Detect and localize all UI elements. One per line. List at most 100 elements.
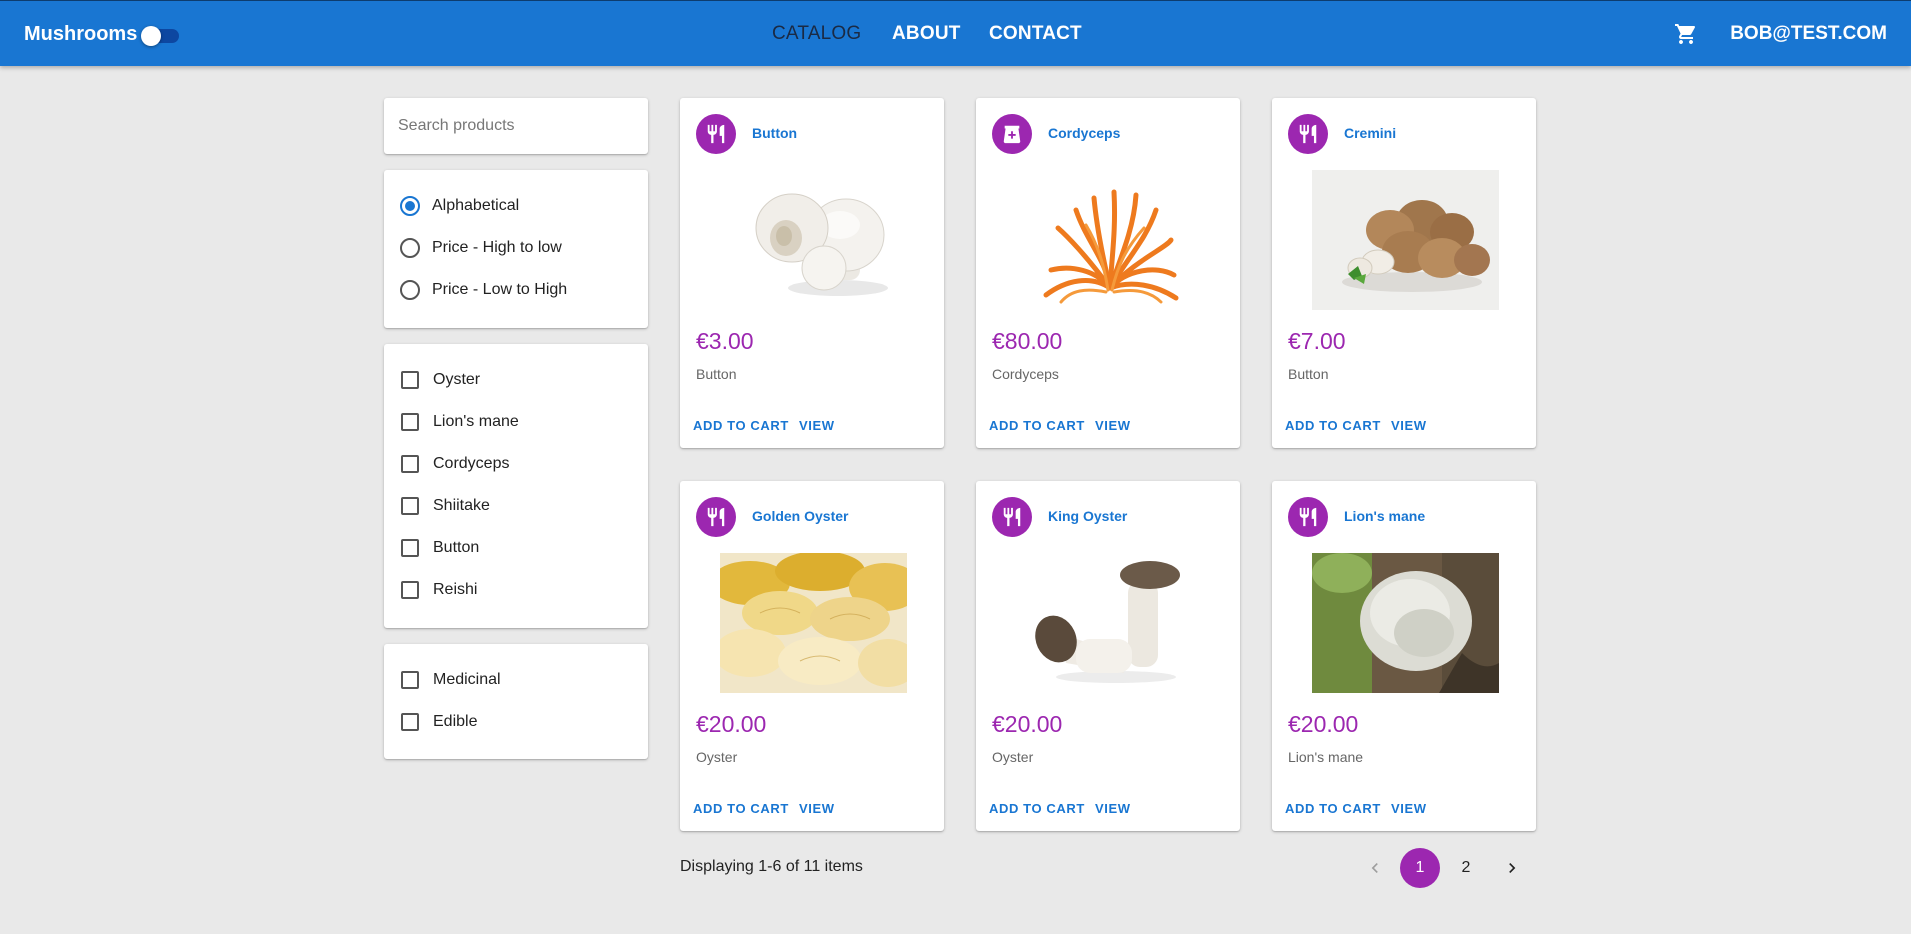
- view-button[interactable]: VIEW: [1391, 418, 1427, 433]
- filter-label: Oyster: [433, 371, 481, 388]
- product-type: Cordyceps: [992, 366, 1059, 382]
- product-image-button: [720, 170, 907, 310]
- add-to-cart-button[interactable]: ADD TO CART: [989, 418, 1085, 433]
- filter-button[interactable]: Button: [400, 536, 479, 560]
- page-button-1[interactable]: 1: [1400, 848, 1440, 888]
- search-input[interactable]: [384, 98, 648, 154]
- view-button[interactable]: VIEW: [1391, 801, 1427, 816]
- product-title[interactable]: King Oyster: [1048, 508, 1127, 524]
- radio[interactable]: [400, 238, 420, 258]
- restaurant-icon: [1288, 114, 1328, 154]
- product-title[interactable]: Golden Oyster: [752, 508, 848, 524]
- filter-label: Lion's mane: [433, 413, 519, 430]
- add-to-cart-button[interactable]: ADD TO CART: [693, 801, 789, 816]
- product-image-king-oyster: [1016, 553, 1203, 693]
- page-button-2[interactable]: 2: [1446, 848, 1486, 888]
- app-bar: Mushrooms CATALOG ABOUT CONTACT BOB@TEST…: [0, 0, 1911, 66]
- product-card: Lion's mane €20.00 Lion's mane ADD TO CA…: [1272, 481, 1536, 831]
- nav-about[interactable]: ABOUT: [892, 23, 961, 45]
- restaurant-icon: [1288, 497, 1328, 537]
- restaurant-icon: [696, 114, 736, 154]
- filter-label: Reishi: [433, 581, 478, 598]
- product-price: €7.00: [1288, 328, 1346, 354]
- product-price: €80.00: [992, 328, 1063, 354]
- theme-toggle[interactable]: [141, 25, 181, 46]
- add-to-cart-button[interactable]: ADD TO CART: [1285, 801, 1381, 816]
- use-filter-panel: Medicinal Edible: [384, 644, 648, 759]
- product-card: Golden Oyster €20.00 Oyster ADD TO CART …: [680, 481, 944, 831]
- product-image-cremini: [1312, 170, 1499, 310]
- product-price: €20.00: [696, 711, 767, 737]
- checkbox[interactable]: [401, 497, 419, 515]
- view-button[interactable]: VIEW: [1095, 418, 1131, 433]
- product-card: Cremini €7.00 Button ADD TO CART VIEW: [1272, 98, 1536, 448]
- product-card: Button €3.00 Button ADD TO CART VIEW: [680, 98, 944, 448]
- checkbox[interactable]: [401, 455, 419, 473]
- filter-label: Edible: [433, 713, 478, 730]
- nav-catalog[interactable]: CATALOG: [772, 23, 861, 45]
- shopping-cart-icon[interactable]: [1674, 22, 1698, 46]
- product-price: €20.00: [992, 711, 1063, 737]
- product-price: €3.00: [696, 328, 754, 354]
- filter-label: Medicinal: [433, 671, 501, 688]
- previous-page-icon[interactable]: [1355, 848, 1395, 888]
- filter-medicinal[interactable]: Medicinal: [400, 668, 501, 692]
- sort-option-price-high-low[interactable]: Price - High to low: [400, 236, 562, 260]
- filter-reishi[interactable]: Reishi: [400, 578, 477, 602]
- view-button[interactable]: VIEW: [799, 801, 835, 816]
- product-type: Oyster: [696, 749, 738, 765]
- product-image-lions-mane: [1312, 553, 1499, 693]
- species-filter-panel: Oyster Lion's mane Cordyceps Shiitake Bu…: [384, 344, 648, 628]
- sort-option-label: Price - High to low: [432, 239, 562, 256]
- product-card: Cordyceps €80.00 Cordyceps ADD TO CART V…: [976, 98, 1240, 448]
- product-type: Button: [696, 366, 737, 382]
- product-type: Oyster: [992, 749, 1034, 765]
- product-title[interactable]: Lion's mane: [1344, 508, 1425, 524]
- add-to-cart-button[interactable]: ADD TO CART: [1285, 418, 1381, 433]
- brand-title: Mushrooms: [24, 23, 138, 45]
- sort-option-price-low-high[interactable]: Price - Low to High: [400, 278, 567, 302]
- checkbox[interactable]: [401, 671, 419, 689]
- add-to-cart-button[interactable]: ADD TO CART: [693, 418, 789, 433]
- filter-lions-mane[interactable]: Lion's mane: [400, 410, 519, 434]
- filter-label: Cordyceps: [433, 455, 510, 472]
- product-image-golden-oyster: [720, 553, 907, 693]
- product-title[interactable]: Button: [752, 125, 797, 141]
- sort-option-label: Alphabetical: [432, 197, 520, 214]
- restaurant-icon: [696, 497, 736, 537]
- next-page-icon[interactable]: [1492, 848, 1532, 888]
- product-title[interactable]: Cordyceps: [1048, 125, 1120, 141]
- toggle-thumb: [141, 26, 161, 46]
- filter-label: Button: [433, 539, 480, 556]
- product-title[interactable]: Cremini: [1344, 125, 1396, 141]
- sort-panel: Alphabetical Price - High to low Price -…: [384, 170, 648, 328]
- product-type: Lion's mane: [1288, 749, 1364, 765]
- filter-cordyceps[interactable]: Cordyceps: [400, 452, 509, 476]
- user-account-button[interactable]: BOB@TEST.COM: [1730, 23, 1887, 45]
- product-type: Button: [1288, 366, 1329, 382]
- sort-option-alphabetical[interactable]: Alphabetical: [400, 194, 519, 218]
- filter-label: Shiitake: [433, 497, 490, 514]
- checkbox[interactable]: [401, 713, 419, 731]
- filter-shiitake[interactable]: Shiitake: [400, 494, 490, 518]
- filter-oyster[interactable]: Oyster: [400, 368, 480, 392]
- checkbox[interactable]: [401, 581, 419, 599]
- checkbox[interactable]: [401, 371, 419, 389]
- item-count-text: Displaying 1-6 of 11 items: [680, 858, 863, 875]
- view-button[interactable]: VIEW: [1095, 801, 1131, 816]
- radio-selected[interactable]: [400, 196, 420, 216]
- medical-kit-icon: [992, 114, 1032, 154]
- nav-contact[interactable]: CONTACT: [989, 23, 1082, 45]
- filter-edible[interactable]: Edible: [400, 710, 477, 734]
- sort-option-label: Price - Low to High: [432, 281, 568, 298]
- checkbox[interactable]: [401, 539, 419, 557]
- add-to-cart-button[interactable]: ADD TO CART: [989, 801, 1085, 816]
- product-image-cordyceps: [1016, 170, 1203, 310]
- product-price: €20.00: [1288, 711, 1359, 737]
- checkbox[interactable]: [401, 413, 419, 431]
- radio[interactable]: [400, 280, 420, 300]
- restaurant-icon: [992, 497, 1032, 537]
- view-button[interactable]: VIEW: [799, 418, 835, 433]
- search-panel: [384, 98, 648, 154]
- product-card: King Oyster €20.00 Oyster ADD TO CART VI…: [976, 481, 1240, 831]
